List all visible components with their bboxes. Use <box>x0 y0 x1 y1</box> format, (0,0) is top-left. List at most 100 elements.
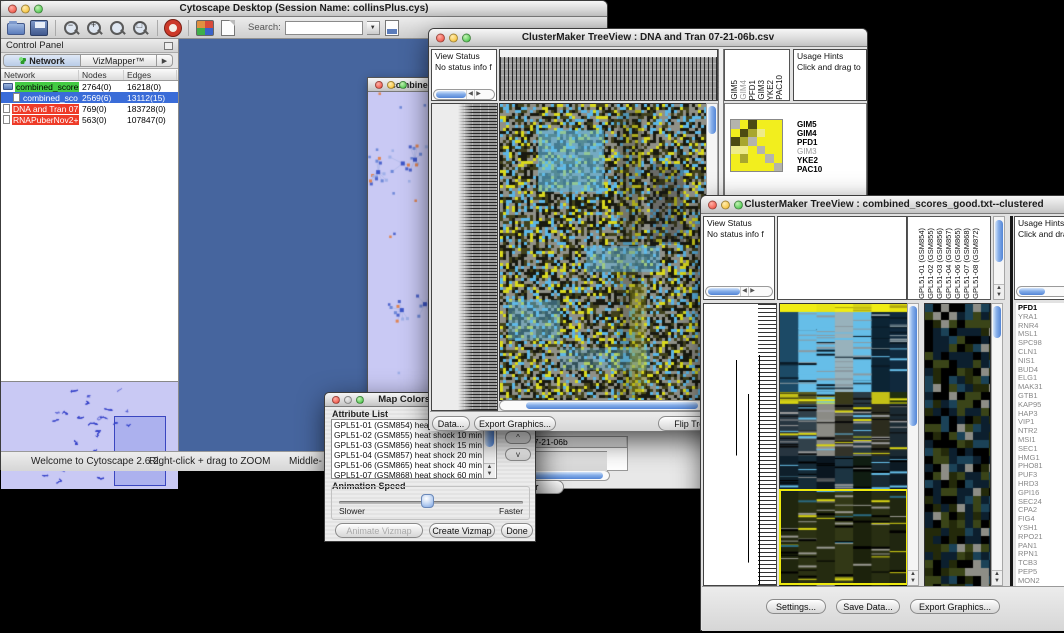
zoom-button[interactable] <box>734 200 743 209</box>
done-button[interactable]: Done <box>501 523 533 538</box>
matrix-cell[interactable] <box>757 129 766 138</box>
attribute-list-item[interactable]: GPL51-03 (GSM856) heat shock 15 min <box>332 440 496 450</box>
scroll-up-icon[interactable]: ▲ <box>487 464 493 470</box>
close-button[interactable] <box>436 33 445 42</box>
matrix-cell[interactable] <box>740 154 749 163</box>
matrix-cell[interactable] <box>774 146 783 155</box>
scroll-down-icon[interactable]: ▼ <box>994 578 1000 584</box>
heatmap-zoom-view[interactable] <box>924 303 991 588</box>
export-graphics-button[interactable]: Export Graphics... <box>474 416 556 431</box>
scroll-right-icon[interactable]: ▶ <box>748 287 756 296</box>
matrix-cell[interactable] <box>765 137 774 146</box>
search-dropdown-arrow-icon[interactable]: ▼ <box>367 21 380 35</box>
open-folder-icon[interactable] <box>7 23 25 35</box>
minimize-button[interactable] <box>387 81 395 89</box>
import-table-icon[interactable] <box>385 20 399 36</box>
matrix-cell[interactable] <box>731 129 740 138</box>
move-down-button[interactable]: v <box>505 448 531 461</box>
tab-vizmapper[interactable]: VizMapper™ <box>81 54 157 67</box>
matrix-cell[interactable] <box>757 146 766 155</box>
matrix-cell[interactable] <box>748 129 757 138</box>
settings-button[interactable]: Settings... <box>766 599 826 614</box>
heatmap-vscrollbar[interactable]: ▲▼ <box>907 303 919 586</box>
network-list-row[interactable]: RNAPuberNov2+563(0)107847(0) <box>1 114 178 125</box>
heatmap-hscrollbar[interactable] <box>499 400 705 411</box>
matrix-cell[interactable] <box>774 137 783 146</box>
matrix-cell[interactable] <box>757 137 766 146</box>
float-panel-icon[interactable] <box>164 42 173 50</box>
matrix-cell[interactable] <box>748 163 757 172</box>
row-dendrogram[interactable] <box>431 103 498 411</box>
matrix-cell[interactable] <box>740 137 749 146</box>
annotation-icon[interactable] <box>221 20 235 36</box>
zoom-button[interactable] <box>34 4 43 13</box>
close-button[interactable] <box>332 396 340 404</box>
close-button[interactable] <box>375 81 383 89</box>
scroll-down-icon[interactable]: ▼ <box>910 578 916 584</box>
heatmap-global-view[interactable] <box>499 103 707 401</box>
save-data-button[interactable]: Save Data... <box>836 599 900 614</box>
zoom-vscrollbar[interactable]: ▲▼ <box>991 303 1003 586</box>
matrix-cell[interactable] <box>757 154 766 163</box>
treeview2-title-bar[interactable]: ClusterMaker TreeView : combined_scores_… <box>701 196 1064 214</box>
zoom-fit-icon[interactable]: □ <box>132 20 150 36</box>
close-button[interactable] <box>708 200 717 209</box>
network-list-row[interactable]: DNA and Tran 07769(0)183728(0) <box>1 103 178 114</box>
column-dendrogram[interactable] <box>499 49 718 101</box>
main-title-bar[interactable]: Cytoscape Desktop (Session Name: collins… <box>1 1 607 17</box>
matrix-cell[interactable] <box>757 163 766 172</box>
matrix-cell[interactable] <box>765 146 774 155</box>
minimize-button[interactable] <box>721 200 730 209</box>
matrix-cell[interactable] <box>774 129 783 138</box>
zoom-button[interactable] <box>356 396 364 404</box>
matrix-cell[interactable] <box>731 154 740 163</box>
labels-vscrollbar[interactable]: ▲▼ <box>993 216 1005 300</box>
tab-network[interactable]: Network <box>3 54 81 67</box>
minimize-button[interactable] <box>344 396 352 404</box>
zoom-in-icon[interactable]: + <box>86 20 104 36</box>
matrix-cell[interactable] <box>774 120 783 129</box>
help-lifering-icon[interactable] <box>165 20 181 36</box>
row-dendrogram[interactable] <box>703 303 777 586</box>
vizmap-icon[interactable] <box>196 20 214 36</box>
heatmap-global-view[interactable] <box>779 303 909 588</box>
attribute-list-item[interactable]: GPL51-02 (GSM855) heat shock 10 min <box>332 430 496 440</box>
zoom-button[interactable] <box>399 81 407 89</box>
matrix-cell[interactable] <box>748 137 757 146</box>
move-up-button[interactable]: ^ <box>505 431 531 444</box>
matrix-cell[interactable] <box>765 163 774 172</box>
search-input[interactable] <box>285 21 363 35</box>
attribute-list-item[interactable]: GPL51-06 (GSM865) heat shock 40 min <box>332 460 496 470</box>
matrix-cell[interactable] <box>748 120 757 129</box>
scroll-down-icon[interactable]: ▼ <box>996 292 1002 298</box>
scroll-up-icon[interactable]: ▲ <box>996 285 1002 291</box>
zoom-selected-icon[interactable] <box>109 20 127 36</box>
scroll-left-icon[interactable]: ◀ <box>466 90 474 99</box>
export-graphics-button[interactable]: Export Graphics... <box>910 599 1000 614</box>
matrix-cell[interactable] <box>740 146 749 155</box>
matrix-cell[interactable] <box>765 129 774 138</box>
attribute-list-item[interactable]: GPL51-07 (GSM868) heat shock 60 min <box>332 470 496 479</box>
matrix-cell[interactable] <box>740 120 749 129</box>
tab-overflow-arrow-icon[interactable]: ▶ <box>157 54 173 67</box>
view-status-scrollbar[interactable]: ◀▶ <box>433 89 495 100</box>
matrix-cell[interactable] <box>731 137 740 146</box>
matrix-cell[interactable] <box>774 154 783 163</box>
scroll-up-icon[interactable]: ▲ <box>994 571 1000 577</box>
scroll-left-icon[interactable]: ◀ <box>740 287 748 296</box>
scroll-up-icon[interactable]: ▲ <box>910 571 916 577</box>
attribute-list-item[interactable]: GPL51-04 (GSM857) heat shock 20 min <box>332 450 496 460</box>
matrix-cell[interactable] <box>731 120 740 129</box>
matrix-cell[interactable] <box>748 146 757 155</box>
treeview1-title-bar[interactable]: ClusterMaker TreeView : DNA and Tran 07-… <box>429 29 867 47</box>
create-vizmap-button[interactable]: Create Vizmap <box>429 523 495 538</box>
animate-vizmap-button[interactable]: Animate Vizmap <box>335 523 423 538</box>
matrix-cell[interactable] <box>757 120 766 129</box>
network-list-row[interactable]: combined_scores2764(0)16218(0) <box>1 81 178 92</box>
matrix-cell[interactable] <box>740 163 749 172</box>
scroll-right-icon[interactable]: ▶ <box>474 90 482 99</box>
zoom-out-icon[interactable]: − <box>63 20 81 36</box>
matrix-cell[interactable] <box>731 146 740 155</box>
close-button[interactable] <box>8 4 17 13</box>
matrix-cell[interactable] <box>740 129 749 138</box>
